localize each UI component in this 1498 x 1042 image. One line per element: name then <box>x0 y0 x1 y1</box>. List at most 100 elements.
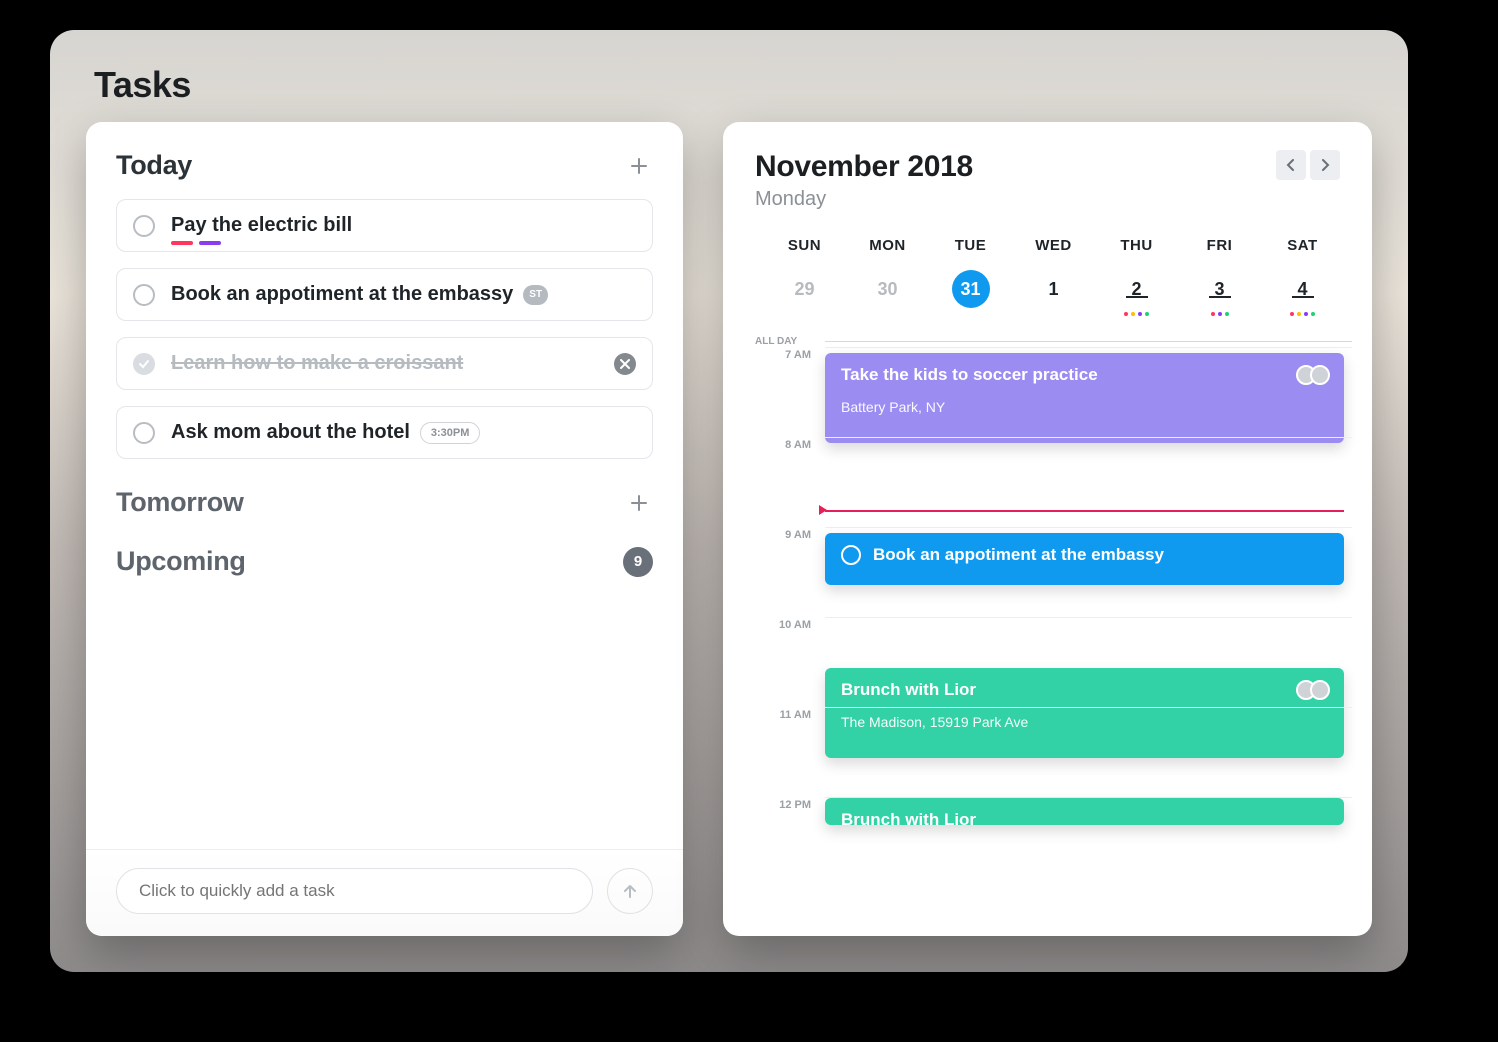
quick-add-bar <box>86 849 683 936</box>
upcoming-count-badge: 9 <box>623 547 653 577</box>
date-dot <box>1211 312 1215 316</box>
task-item[interactable]: Book an appotiment at the embassyST <box>116 268 653 321</box>
calendar-card: November 2018 Monday SUNMONTUEWEDTHUFRIS… <box>723 122 1372 936</box>
calendar-prev-button[interactable] <box>1276 150 1306 180</box>
hour-slot[interactable]: Book an appotiment at the embassy <box>825 527 1352 617</box>
check-icon <box>138 358 150 370</box>
date-dot <box>1138 312 1142 316</box>
date-dots <box>1095 312 1178 316</box>
weekday-label: TUE <box>929 237 1012 254</box>
task-item[interactable]: Pay the electric bill <box>116 199 653 252</box>
date-cell[interactable]: 1 <box>1012 270 1095 308</box>
calendar-next-button[interactable] <box>1310 150 1340 180</box>
date-label: 29 <box>786 270 824 308</box>
hour-slot[interactable]: Take the kids to soccer practiceBattery … <box>825 347 1352 437</box>
plus-icon <box>630 494 648 512</box>
today-task-list: Pay the electric bill Book an appotiment … <box>116 199 653 459</box>
task-item[interactable]: Learn how to make a croissant <box>116 337 653 390</box>
plus-icon <box>630 157 648 175</box>
task-title: Pay the electric bill <box>171 214 352 237</box>
calendar-subtitle: Monday <box>755 188 973 211</box>
hour-slot[interactable] <box>825 707 1352 797</box>
date-dot <box>1124 312 1128 316</box>
date-dot <box>1304 312 1308 316</box>
date-dots <box>1261 312 1344 316</box>
date-underline <box>1209 296 1231 298</box>
chevron-left-icon <box>1285 159 1297 171</box>
date-cell[interactable]: 29 <box>763 270 846 308</box>
section-title-today: Today <box>116 150 192 181</box>
section-head-today: Today <box>116 150 653 181</box>
hour-label: 7 AM <box>755 347 825 437</box>
add-task-tomorrow-button[interactable] <box>625 489 653 517</box>
event-title: Brunch with Lior <box>841 680 976 699</box>
hour-slot[interactable]: Brunch with Lior <box>825 797 1352 887</box>
event-title: Take the kids to soccer practice <box>841 365 1098 384</box>
calendar-event[interactable]: Brunch with Lior <box>825 798 1344 825</box>
task-time-chip: 3:30PM <box>420 422 481 444</box>
weekday-label: WED <box>1012 237 1095 254</box>
date-cell[interactable]: 31 <box>929 270 1012 308</box>
hour-label: 9 AM <box>755 527 825 617</box>
calendar-title: November 2018 <box>755 150 973 184</box>
weekday-label: SUN <box>763 237 846 254</box>
date-label: 1 <box>1035 270 1073 308</box>
task-delete-button[interactable] <box>614 353 636 375</box>
date-dot <box>1297 312 1301 316</box>
quick-add-send-button[interactable] <box>607 868 653 914</box>
timeline: ALL DAY 7 AMTake the kids to soccer prac… <box>755 336 1352 887</box>
date-label: 3 <box>1201 270 1239 308</box>
event-title: Brunch with Lior <box>841 810 976 829</box>
date-dots <box>1178 312 1261 316</box>
task-tags <box>171 241 221 245</box>
date-row: 29 3031 1 2 3 4 <box>755 270 1352 308</box>
task-tag <box>171 241 193 245</box>
weekday-label: SAT <box>1261 237 1344 254</box>
add-task-today-button[interactable] <box>625 152 653 180</box>
hour-slot[interactable]: Brunch with LiorThe Madison, 15919 Park … <box>825 617 1352 707</box>
columns: Today Pay the electric bill Book an appot… <box>86 122 1372 936</box>
date-underline <box>1292 296 1314 298</box>
close-icon <box>620 359 630 369</box>
section-title-tomorrow: Tomorrow <box>116 487 244 518</box>
weekday-label: FRI <box>1178 237 1261 254</box>
task-checkbox[interactable] <box>133 215 155 237</box>
avatar <box>1310 365 1330 385</box>
task-title: Ask mom about the hotel <box>171 421 410 444</box>
task-item[interactable]: Ask mom about the hotel 3:30PM <box>116 406 653 459</box>
task-checkbox[interactable] <box>133 422 155 444</box>
date-dot <box>1131 312 1135 316</box>
tasks-scroll: Today Pay the electric bill Book an appot… <box>86 122 683 849</box>
section-head-tomorrow: Tomorrow <box>116 487 653 518</box>
task-checkbox[interactable] <box>133 353 155 375</box>
section-title-upcoming: Upcoming <box>116 546 246 577</box>
weekday-row: SUNMONTUEWEDTHUFRISAT <box>755 237 1352 254</box>
hour-slot[interactable] <box>825 437 1352 527</box>
date-cell[interactable]: 4 <box>1261 270 1344 308</box>
avatar <box>1310 680 1330 700</box>
date-dot <box>1290 312 1294 316</box>
date-cell[interactable]: 30 <box>846 270 929 308</box>
section-head-upcoming: Upcoming 9 <box>116 546 653 577</box>
task-title: Book an appotiment at the embassy <box>171 283 513 306</box>
arrow-up-icon <box>621 882 639 900</box>
date-label: 2 <box>1118 270 1156 308</box>
date-cell[interactable]: 3 <box>1178 270 1261 308</box>
calendar-event[interactable]: Book an appotiment at the embassy <box>825 533 1344 585</box>
weekday-label: MON <box>846 237 929 254</box>
app-window: Tasks Today Pay the electric bill Book an… <box>50 30 1408 972</box>
date-cell[interactable]: 2 <box>1095 270 1178 308</box>
weekday-label: THU <box>1095 237 1178 254</box>
hour-label: 8 AM <box>755 437 825 527</box>
date-label: 4 <box>1284 270 1322 308</box>
quick-add-input[interactable] <box>116 868 593 914</box>
calendar-nav <box>1276 150 1340 180</box>
date-underline <box>1126 296 1148 298</box>
calendar-event[interactable]: Take the kids to soccer practiceBattery … <box>825 353 1344 443</box>
date-dot <box>1218 312 1222 316</box>
date-dot <box>1145 312 1149 316</box>
task-title: Learn how to make a croissant <box>171 352 463 375</box>
task-checkbox[interactable] <box>133 284 155 306</box>
hour-label: 12 PM <box>755 797 825 887</box>
page-title: Tasks <box>94 64 1372 106</box>
